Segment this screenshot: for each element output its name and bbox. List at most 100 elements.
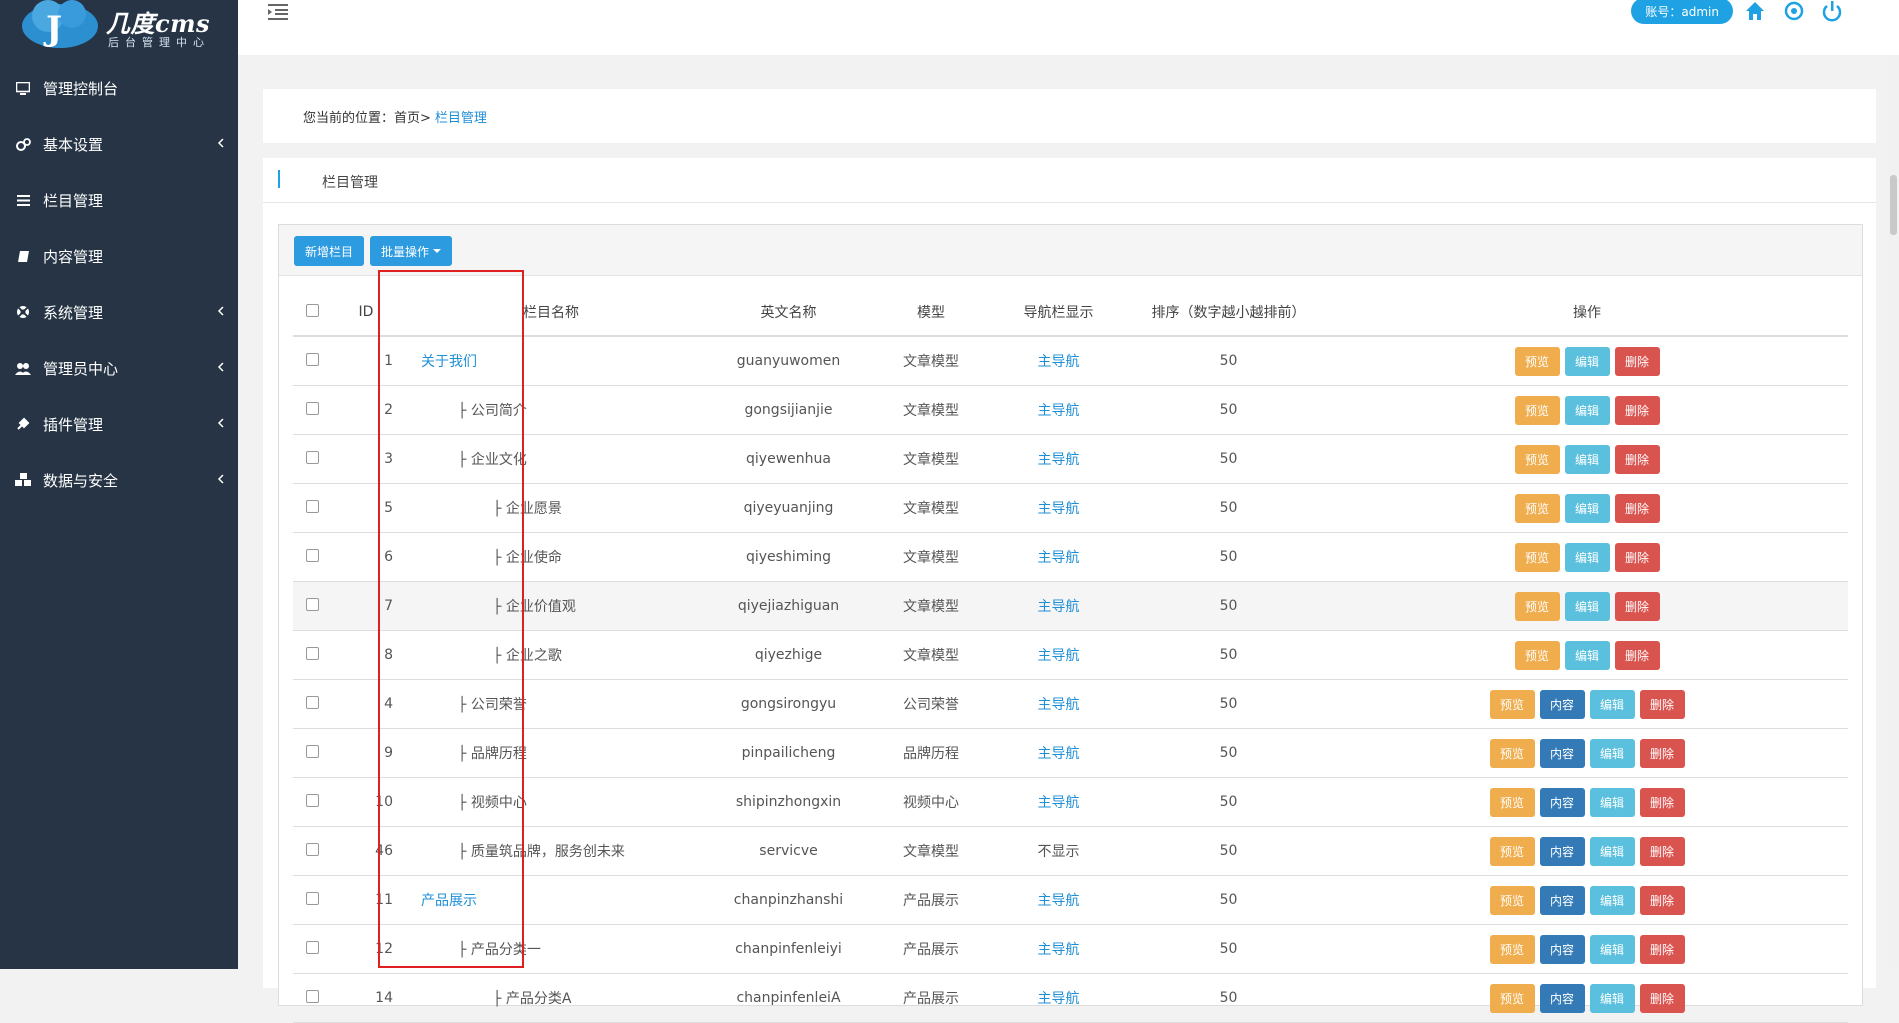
preview-button[interactable]: 预览 xyxy=(1514,493,1560,523)
delete-button[interactable]: 删除 xyxy=(1639,738,1685,768)
nav-display-value[interactable]: 主导航 xyxy=(1038,648,1080,664)
preview-button[interactable]: 预览 xyxy=(1514,591,1560,621)
nav-display-value[interactable]: 主导航 xyxy=(1038,452,1080,468)
nav-display-value[interactable]: 主导航 xyxy=(1038,354,1080,370)
delete-button[interactable]: 删除 xyxy=(1614,444,1660,474)
power-icon[interactable] xyxy=(1821,0,1843,26)
delete-button[interactable]: 删除 xyxy=(1614,542,1660,572)
delete-button[interactable]: 删除 xyxy=(1639,983,1685,1013)
preview-button[interactable]: 预览 xyxy=(1489,983,1535,1013)
home-icon[interactable] xyxy=(1744,0,1766,26)
content-button[interactable]: 内容 xyxy=(1539,983,1585,1013)
row-checkbox[interactable] xyxy=(305,695,319,709)
content-button[interactable]: 内容 xyxy=(1539,689,1585,719)
nav-display-value[interactable]: 主导航 xyxy=(1038,599,1080,615)
sidebar-item-data-security[interactable]: 数据与安全 xyxy=(0,452,238,508)
row-checkbox[interactable] xyxy=(305,793,319,807)
row-checkbox[interactable] xyxy=(305,744,319,758)
row-name[interactable]: 产品展示 xyxy=(401,875,701,925)
row-checkbox[interactable] xyxy=(305,597,319,611)
row-checkbox[interactable] xyxy=(305,940,319,954)
edit-button[interactable]: 编辑 xyxy=(1589,983,1635,1013)
row-checkbox[interactable] xyxy=(305,352,319,366)
preview-button[interactable]: 预览 xyxy=(1489,689,1535,719)
edit-button[interactable]: 编辑 xyxy=(1589,885,1635,915)
header-model[interactable]: 模型 xyxy=(876,289,986,337)
row-checkbox[interactable] xyxy=(305,989,319,1003)
edit-button[interactable]: 编辑 xyxy=(1564,542,1610,572)
menu-toggle-icon[interactable] xyxy=(268,2,288,24)
delete-button[interactable]: 删除 xyxy=(1614,346,1660,376)
sidebar-item-admin-center[interactable]: 管理员中心 xyxy=(0,340,238,396)
row-checkbox[interactable] xyxy=(305,891,319,905)
sidebar-item-basic-settings[interactable]: 基本设置 xyxy=(0,116,238,172)
preview-button[interactable]: 预览 xyxy=(1489,885,1535,915)
row-checkbox[interactable] xyxy=(305,499,319,513)
header-name[interactable]: 栏目名称 xyxy=(401,289,701,337)
sidebar-item-system-management[interactable]: 系统管理 xyxy=(0,284,238,340)
header-sort[interactable]: 排序（数字越小越排前） xyxy=(1131,289,1326,337)
nav-display-value[interactable]: 主导航 xyxy=(1038,550,1080,566)
nav-display-value[interactable]: 主导航 xyxy=(1038,501,1080,517)
nav-display-value[interactable]: 主导航 xyxy=(1038,893,1080,909)
delete-button[interactable]: 删除 xyxy=(1639,689,1685,719)
edit-button[interactable]: 编辑 xyxy=(1564,444,1610,474)
add-column-button[interactable]: 新增栏目 xyxy=(294,236,364,266)
header-english-name[interactable]: 英文名称 xyxy=(701,289,876,337)
preview-button[interactable]: 预览 xyxy=(1489,934,1535,964)
delete-button[interactable]: 删除 xyxy=(1639,787,1685,817)
edit-button[interactable]: 编辑 xyxy=(1564,346,1610,376)
row-checkbox[interactable] xyxy=(305,646,319,660)
edit-button[interactable]: 编辑 xyxy=(1564,591,1610,621)
breadcrumb-prefix[interactable]: 您当前的位置：首页> xyxy=(303,107,431,126)
preview-button[interactable]: 预览 xyxy=(1514,346,1560,376)
delete-button[interactable]: 删除 xyxy=(1614,591,1660,621)
scrollbar-thumb[interactable] xyxy=(1890,175,1897,235)
batch-actions-button[interactable]: 批量操作 xyxy=(370,236,452,266)
nav-display-value[interactable]: 主导航 xyxy=(1038,746,1080,762)
row-checkbox[interactable] xyxy=(305,548,319,562)
edit-button[interactable]: 编辑 xyxy=(1589,934,1635,964)
edit-button[interactable]: 编辑 xyxy=(1589,738,1635,768)
refresh-icon[interactable] xyxy=(1783,0,1805,26)
page-scrollbar[interactable] xyxy=(1887,55,1899,969)
delete-button[interactable]: 删除 xyxy=(1614,493,1660,523)
edit-button[interactable]: 编辑 xyxy=(1564,493,1610,523)
content-button[interactable]: 内容 xyxy=(1539,934,1585,964)
account-badge[interactable]: 账号：admin xyxy=(1631,0,1733,24)
edit-button[interactable]: 编辑 xyxy=(1589,689,1635,719)
row-checkbox[interactable] xyxy=(305,450,319,464)
delete-button[interactable]: 删除 xyxy=(1614,640,1660,670)
content-button[interactable]: 内容 xyxy=(1539,836,1585,866)
sidebar-item-dashboard[interactable]: 管理控制台 xyxy=(0,60,238,116)
header-id[interactable]: ID xyxy=(331,289,401,337)
nav-display-value[interactable]: 主导航 xyxy=(1038,942,1080,958)
preview-button[interactable]: 预览 xyxy=(1489,836,1535,866)
content-button[interactable]: 内容 xyxy=(1539,885,1585,915)
row-checkbox[interactable] xyxy=(305,842,319,856)
nav-display-value[interactable]: 主导航 xyxy=(1038,697,1080,713)
select-all-checkbox[interactable] xyxy=(305,303,319,317)
sidebar-item-column-management[interactable]: 栏目管理 xyxy=(0,172,238,228)
delete-button[interactable]: 删除 xyxy=(1639,885,1685,915)
edit-button[interactable]: 编辑 xyxy=(1589,836,1635,866)
preview-button[interactable]: 预览 xyxy=(1489,738,1535,768)
sidebar-item-content-management[interactable]: 内容管理 xyxy=(0,228,238,284)
logo[interactable]: J 几度cms 后台管理中心 xyxy=(18,0,228,54)
content-button[interactable]: 内容 xyxy=(1539,738,1585,768)
preview-button[interactable]: 预览 xyxy=(1514,640,1560,670)
content-button[interactable]: 内容 xyxy=(1539,787,1585,817)
delete-button[interactable]: 删除 xyxy=(1614,395,1660,425)
header-nav-display[interactable]: 导航栏显示 xyxy=(986,289,1131,337)
sidebar-item-plugin-management[interactable]: 插件管理 xyxy=(0,396,238,452)
edit-button[interactable]: 编辑 xyxy=(1564,395,1610,425)
preview-button[interactable]: 预览 xyxy=(1489,787,1535,817)
row-name[interactable]: 关于我们 xyxy=(401,336,701,386)
edit-button[interactable]: 编辑 xyxy=(1564,640,1610,670)
nav-display-value[interactable]: 主导航 xyxy=(1038,795,1080,811)
edit-button[interactable]: 编辑 xyxy=(1589,787,1635,817)
preview-button[interactable]: 预览 xyxy=(1514,444,1560,474)
delete-button[interactable]: 删除 xyxy=(1639,934,1685,964)
preview-button[interactable]: 预览 xyxy=(1514,542,1560,572)
preview-button[interactable]: 预览 xyxy=(1514,395,1560,425)
